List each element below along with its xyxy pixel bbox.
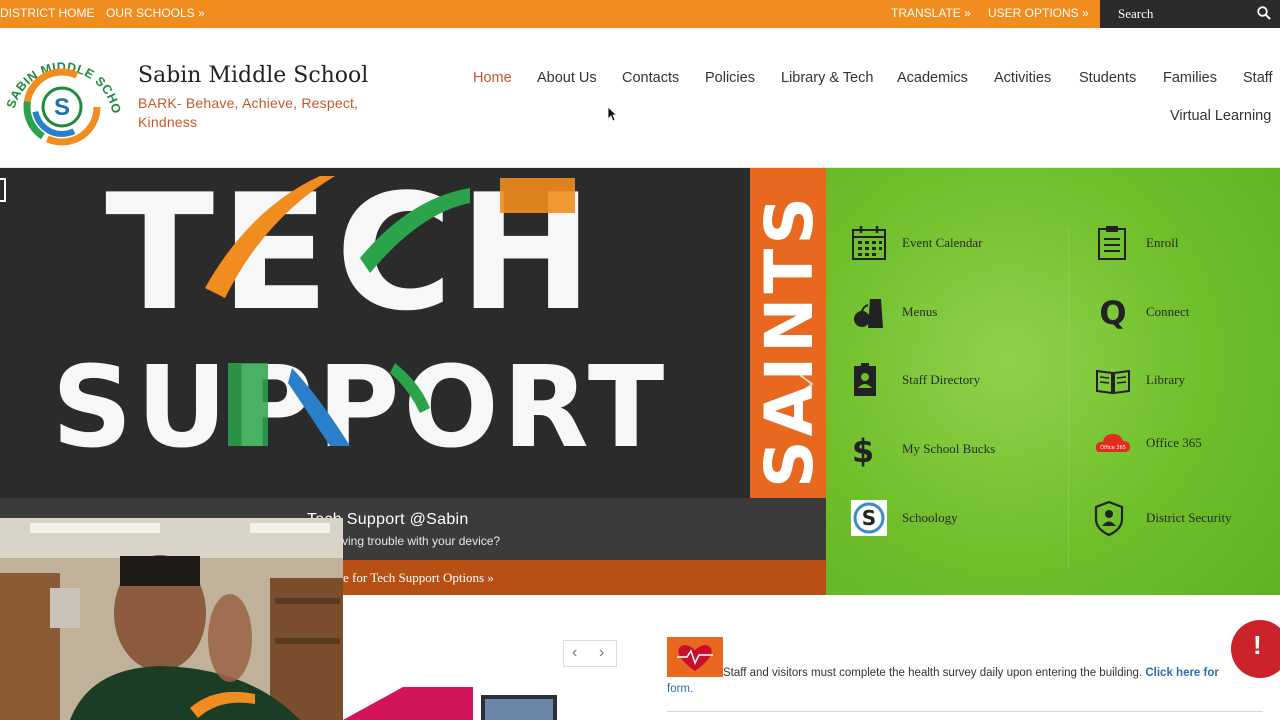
quick-link-label: Event Calendar — [902, 235, 983, 250]
nav-staff[interactable]: Staff — [1243, 70, 1273, 86]
notice-divider — [667, 711, 1263, 712]
banner-word-saints: SAINTS — [751, 193, 826, 488]
quick-link-label: Office 365 — [1146, 435, 1202, 450]
prev-arrow-icon[interactable]: ‹ — [572, 644, 577, 662]
nav-about-us[interactable]: About Us — [537, 70, 597, 86]
svg-text:$: $ — [852, 432, 874, 468]
quick-link-label: My School Bucks — [902, 441, 996, 456]
health-survey-form-link[interactable]: form. — [667, 683, 693, 695]
next-arrow-icon[interactable]: › — [599, 644, 604, 662]
tech-support-options-link[interactable]: e for Tech Support Options » — [343, 570, 494, 586]
alert-button[interactable]: ! — [1231, 620, 1280, 678]
school-name[interactable]: Sabin Middle School — [138, 63, 368, 88]
apple-bag-icon — [854, 299, 883, 328]
search-icon[interactable] — [1257, 6, 1271, 20]
quick-link-label: District Security — [1146, 510, 1232, 525]
nav-home[interactable]: Home — [473, 70, 512, 86]
quick-link-label: Staff Directory — [902, 372, 981, 387]
alert-exclamation-icon: ! — [1253, 630, 1262, 660]
shield-icon — [1094, 500, 1124, 537]
clipboard-icon — [1098, 226, 1126, 260]
calendar-icon — [852, 226, 886, 260]
health-survey-link[interactable]: Click here for — [1145, 667, 1219, 679]
health-notice-text: Staff and visitors must complete the hea… — [723, 667, 1143, 679]
slide-subtitle: ving trouble with your device? — [342, 534, 501, 548]
quick-link-label: Menus — [902, 304, 938, 319]
quick-link-label: Enroll — [1146, 235, 1179, 250]
nav-families[interactable]: Families — [1163, 70, 1217, 86]
svg-text:Office 365: Office 365 — [1100, 445, 1126, 451]
news-slider-arrows: ‹ › — [563, 640, 617, 667]
presenter-video — [0, 518, 343, 720]
nav-contacts[interactable]: Contacts — [622, 70, 679, 86]
our-schools-link[interactable]: OUR SCHOOLS » — [106, 6, 205, 20]
q-icon: Q — [1099, 294, 1126, 331]
svg-text:S: S — [862, 506, 876, 530]
search-input[interactable] — [1118, 4, 1248, 24]
nav-students[interactable]: Students — [1079, 70, 1136, 86]
user-options-link[interactable]: USER OPTIONS » — [988, 6, 1089, 20]
slide-pause-button[interactable] — [0, 178, 6, 202]
nav-academics[interactable]: Academics — [897, 70, 968, 86]
svg-text:Q: Q — [1099, 294, 1126, 331]
mouse-cursor-icon — [607, 106, 617, 122]
dollar-icon: $ — [852, 432, 874, 468]
quick-links-panel: Event Calendar Enroll Menus Q Connect St… — [826, 168, 1280, 595]
quick-links-divider — [1068, 228, 1069, 568]
schoology-icon: S — [851, 500, 887, 536]
nav-library-tech[interactable]: Library & Tech — [781, 70, 873, 86]
quick-link-label: Schoology — [902, 510, 958, 525]
utility-bar: DISTRICT HOME OUR SCHOOLS » TRANSLATE » … — [0, 0, 1280, 28]
tech-support-banner[interactable]: TECH SUPPORT SAINTS — [0, 168, 826, 498]
school-tagline: BARK- Behave, Achieve, Respect, Kindness — [138, 95, 359, 130]
site-header: SABIN MIDDLE SCHOOL S Sabin Middle Schoo… — [0, 28, 1280, 168]
nav-policies[interactable]: Policies — [705, 70, 755, 86]
banner-word-support: SUPPORT — [52, 343, 669, 473]
news-thumbnail[interactable] — [343, 687, 563, 720]
quick-link-label: Connect — [1146, 304, 1190, 319]
svg-text:S: S — [54, 94, 70, 121]
school-logo[interactable]: SABIN MIDDLE SCHOOL S — [0, 47, 126, 153]
translate-link[interactable]: TRANSLATE » — [891, 6, 971, 20]
health-notice: Staff and visitors must complete the hea… — [667, 665, 1247, 697]
nav-activities[interactable]: Activities — [994, 70, 1051, 86]
district-home-link[interactable]: DISTRICT HOME — [0, 6, 94, 20]
book-icon — [1096, 369, 1130, 395]
search-box — [1100, 0, 1280, 28]
office-cloud-icon: Office 365 — [1095, 434, 1130, 452]
badge-icon — [854, 363, 876, 396]
quick-link-label: Library — [1146, 372, 1185, 387]
nav-virtual-learning[interactable]: Virtual Learning — [1170, 108, 1271, 124]
